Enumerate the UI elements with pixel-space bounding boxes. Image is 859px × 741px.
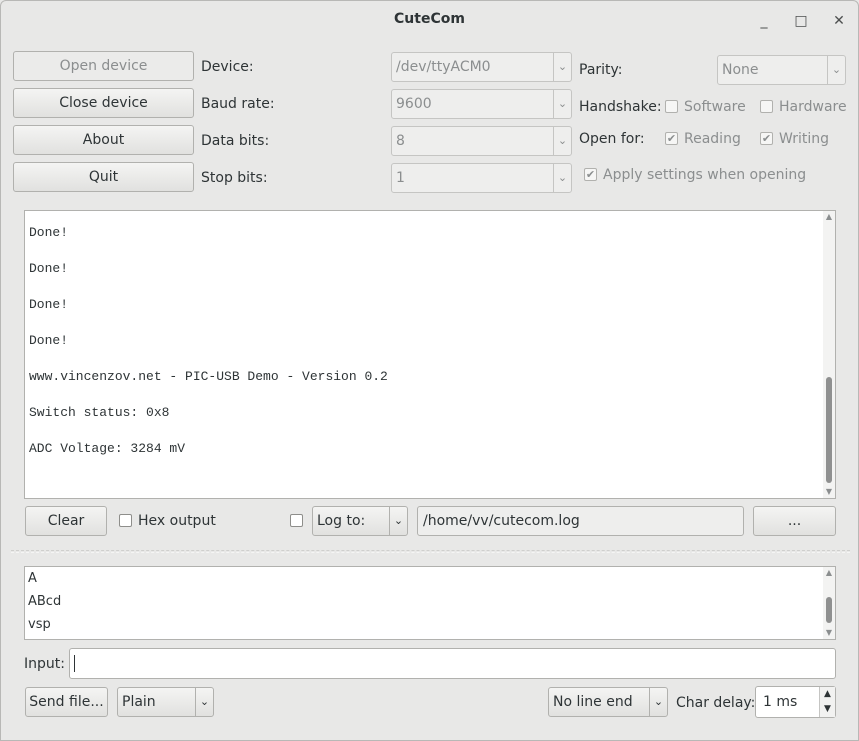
baud-rate-combo[interactable]: 9600 ⌄ [391, 89, 572, 119]
chevron-down-icon: ⌄ [389, 507, 407, 535]
open-for-label: Open for: [579, 131, 645, 147]
writing-label: Writing [779, 131, 829, 147]
browse-log-button[interactable]: ... [753, 506, 836, 536]
apply-settings-checkbox[interactable]: ✔ [584, 168, 597, 181]
cutecom-window: CuteCom _ □ ✕ Open device Close device A… [0, 0, 859, 741]
scroll-up-icon[interactable]: ▲ [823, 211, 835, 223]
baud-rate-value: 9600 [396, 96, 432, 112]
data-bits-combo[interactable]: 8 ⌄ [391, 126, 572, 156]
log-mode-combo[interactable]: Log to: ⌄ [312, 506, 408, 536]
reading-checkbox[interactable]: ✔ [665, 132, 678, 145]
chevron-down-icon: ⌄ [649, 688, 667, 716]
reading-label: Reading [684, 131, 741, 147]
open-device-button[interactable]: Open device [13, 51, 194, 81]
quit-button[interactable]: Quit [13, 162, 194, 192]
send-mode-value: Plain [122, 694, 156, 710]
maximize-icon[interactable]: □ [791, 11, 811, 31]
close-icon[interactable]: ✕ [829, 11, 849, 31]
stop-bits-combo[interactable]: 1 ⌄ [391, 163, 572, 193]
input-field[interactable] [69, 648, 836, 679]
char-delay-value: 1 ms [763, 694, 798, 710]
chevron-down-icon: ⌄ [553, 90, 571, 118]
writing-checkbox[interactable]: ✔ [760, 132, 773, 145]
stop-bits-value: 1 [396, 170, 405, 186]
output-line: Done! [29, 225, 69, 240]
spin-up-icon[interactable]: ▲ [819, 687, 835, 702]
handshake-label: Handshake: [579, 99, 662, 115]
log-mode-value: Log to: [317, 513, 366, 529]
window-title: CuteCom [394, 11, 465, 27]
char-delay-label: Char delay: [676, 695, 756, 711]
input-label: Input: [24, 656, 65, 672]
apply-settings-label: Apply settings when opening [603, 167, 807, 183]
log-enable-checkbox[interactable] [290, 514, 303, 527]
history-list[interactable]: A ABcd vsp ▲ ▼ [24, 566, 836, 640]
device-label: Device: [201, 59, 254, 75]
output-line: Done! [29, 261, 69, 276]
history-item[interactable]: vsp [28, 617, 51, 632]
scroll-up-icon[interactable]: ▲ [823, 567, 835, 579]
hex-output-checkbox[interactable] [119, 514, 132, 527]
output-line: Done! [29, 333, 69, 348]
software-handshake-checkbox[interactable] [665, 100, 678, 113]
scroll-down-icon[interactable]: ▼ [823, 627, 835, 639]
output-line: ADC Voltage: 3284 mV [29, 441, 186, 456]
hardware-handshake-label: Hardware [779, 99, 847, 115]
scroll-down-icon[interactable]: ▼ [823, 486, 835, 498]
minimize-icon[interactable]: _ [754, 11, 774, 31]
history-item[interactable]: ABcd [28, 594, 61, 609]
baud-rate-label: Baud rate: [201, 96, 275, 112]
chevron-down-icon: ⌄ [553, 164, 571, 192]
history-scrollbar[interactable]: ▲ ▼ [823, 567, 835, 639]
chevron-down-icon: ⌄ [195, 688, 213, 716]
char-delay-spinbox[interactable]: 1 ms ▲ ▼ [755, 686, 836, 718]
chevron-down-icon: ⌄ [827, 56, 845, 84]
software-handshake-label: Software [684, 99, 746, 115]
data-bits-label: Data bits: [201, 133, 270, 149]
chevron-down-icon: ⌄ [553, 53, 571, 81]
output-line: www.vincenzov.net - PIC-USB Demo - Versi… [29, 369, 388, 384]
history-scroll-thumb[interactable] [826, 597, 832, 623]
text-cursor [74, 655, 75, 672]
hex-output-label: Hex output [138, 513, 216, 529]
output-view[interactable]: Done! Done! Done! Done! www.vincenzov.ne… [24, 210, 836, 499]
send-mode-combo[interactable]: Plain ⌄ [117, 687, 214, 717]
output-scroll-thumb[interactable] [826, 377, 832, 483]
line-end-value: No line end [553, 694, 633, 710]
spin-down-icon[interactable]: ▼ [819, 702, 835, 717]
hardware-handshake-checkbox[interactable] [760, 100, 773, 113]
parity-label: Parity: [579, 62, 623, 78]
clear-button[interactable]: Clear [25, 506, 107, 536]
parity-value: None [722, 62, 759, 78]
line-end-combo[interactable]: No line end ⌄ [548, 687, 668, 717]
splitter-handle[interactable] [11, 550, 850, 553]
device-value: /dev/ttyACM0 [396, 59, 491, 75]
output-scrollbar[interactable]: ▲ ▼ [823, 211, 835, 498]
send-file-button[interactable]: Send file... [25, 687, 108, 717]
history-item[interactable]: A [28, 571, 37, 586]
output-line: Switch status: 0x8 [29, 405, 170, 420]
device-combo[interactable]: /dev/ttyACM0 ⌄ [391, 52, 572, 82]
parity-combo[interactable]: None ⌄ [717, 55, 846, 85]
data-bits-value: 8 [396, 133, 405, 149]
stop-bits-label: Stop bits: [201, 170, 268, 186]
chevron-down-icon: ⌄ [553, 127, 571, 155]
close-device-button[interactable]: Close device [13, 88, 194, 118]
output-line: Done! [29, 297, 69, 312]
log-path-field[interactable]: /home/vv/cutecom.log [417, 506, 744, 536]
title-bar[interactable]: CuteCom _ □ ✕ [1, 1, 858, 41]
about-button[interactable]: About [13, 125, 194, 155]
